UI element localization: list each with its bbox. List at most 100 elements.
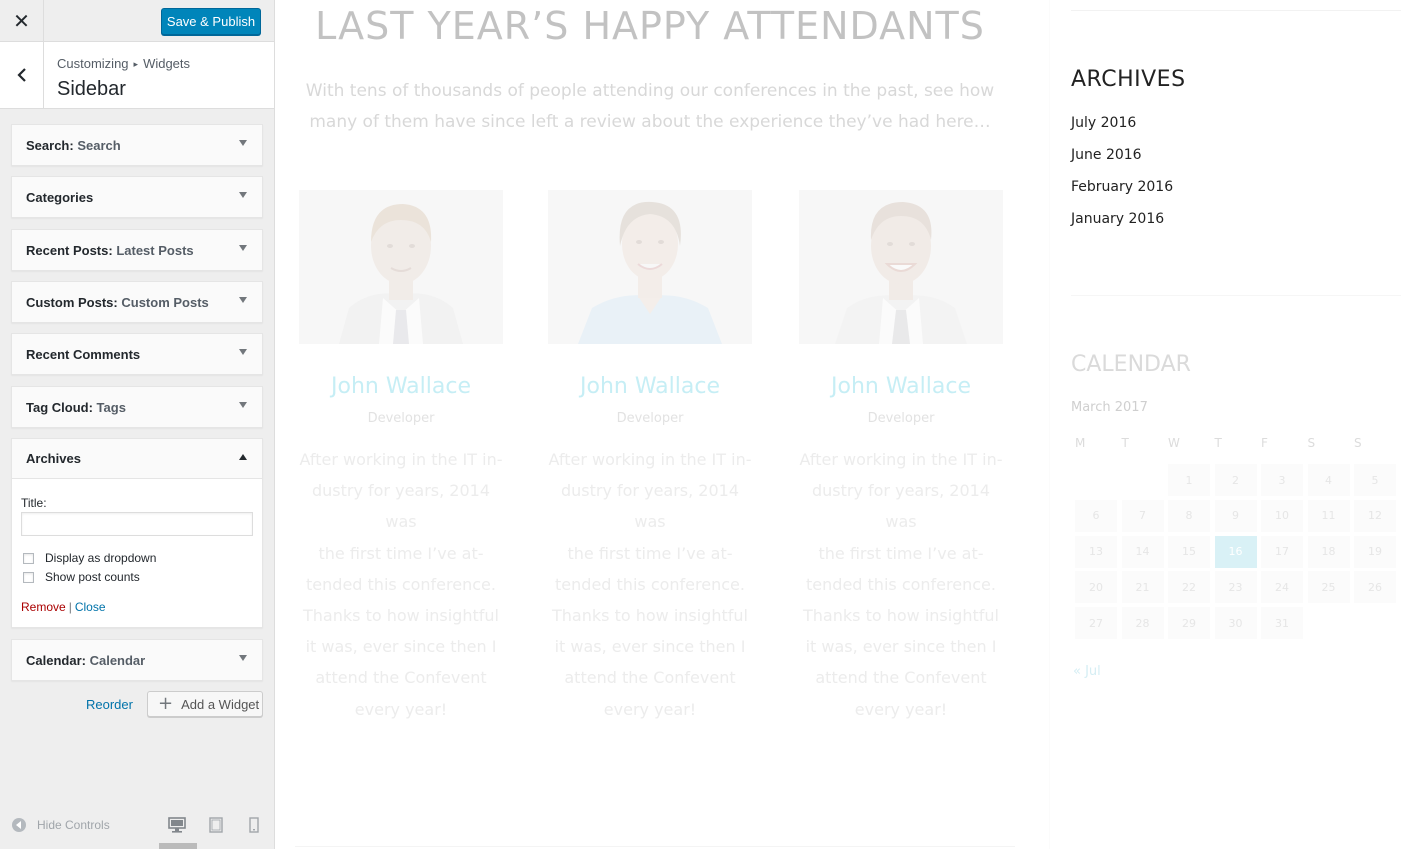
testimonials-intro: With tens of thousands of people attendi… [305,81,995,132]
widget-search[interactable]: Search: Search [11,124,263,166]
widget-archives[interactable]: Archives Title: Display as dropdown Show… [11,438,263,628]
widget-header[interactable]: Recent Posts: Latest Posts [12,230,262,270]
widget-subtitle: Tags [96,399,126,415]
widget-recent-comments[interactable]: Recent Comments [11,333,263,375]
widget-header[interactable]: Categories [12,177,262,217]
title-label: Title: [21,496,47,510]
customizer-header: ✕ Save & Publish [0,0,274,42]
testimonial-role: Developer [367,411,435,426]
show-post-counts-option[interactable]: Show post counts [23,570,140,584]
mobile-preview-icon[interactable] [246,817,264,833]
testimonial-text: After working in the IT in- dustry for y… [548,444,752,725]
archive-link[interactable]: July 2016 [1071,115,1136,131]
calendar-day: 30 [1214,607,1257,640]
hide-controls-button[interactable]: Hide Controls [12,818,110,832]
widget-colon: : [88,399,97,415]
widget-form: Title: Display as dropdown Show post cou… [12,479,262,627]
actions-separator: | [68,600,72,614]
caret-down-icon[interactable] [239,402,247,408]
calendar-weekday: T [1214,436,1222,450]
collapse-icon [12,818,26,832]
testimonial-line: every year! [603,699,697,719]
back-button[interactable] [0,42,44,108]
testimonial-line: After working in the IT in- [799,450,1003,469]
desktop-preview-icon[interactable] [168,817,186,833]
testimonial-line: it was, ever since then I [805,637,997,657]
remove-link[interactable]: Remove [21,600,66,614]
calendar-prev-link[interactable]: « Jul [1073,664,1101,679]
archive-link[interactable]: June 2016 [1071,147,1142,163]
close-customizer-button[interactable]: ✕ [0,0,44,42]
save-publish-button[interactable]: Save & Publish [161,8,261,35]
testimonial-text: After working in the IT in- dustry for y… [799,444,1003,725]
calendar-day: 10 [1261,499,1303,532]
widget-header[interactable]: Search: Search [12,125,262,165]
calendar-day: 7 [1121,499,1164,532]
calendar-day: 17 [1261,535,1303,568]
portrait-icon [548,190,752,344]
widget-recent-posts[interactable]: Recent Posts: Latest Posts [11,229,263,271]
calendar-day: 3 [1261,464,1303,496]
portrait-icon [799,190,1003,344]
calendar-day: 12 [1354,499,1396,532]
caret-down-icon[interactable] [239,140,247,146]
widget-calendar[interactable]: Calendar: Calendar [11,639,263,681]
reorder-link[interactable]: Reorder [86,697,133,712]
calendar-day: 31 [1261,607,1303,640]
calendar-day: 5 [1354,464,1396,496]
caret-up-icon[interactable] [239,454,247,460]
widget-header[interactable]: Recent Comments [12,334,262,374]
archive-link[interactable]: February 2016 [1071,179,1173,195]
calendar-day: 4 [1307,464,1350,496]
show-post-counts-checkbox[interactable] [23,571,34,583]
widget-header[interactable]: Calendar: Calendar [12,640,262,680]
widget-categories[interactable]: Categories [11,176,263,218]
widget-header[interactable]: Tag Cloud: Tags [12,387,262,427]
title-input[interactable] [21,512,253,536]
calendar-weekday: F [1261,436,1268,450]
plus-icon: + [158,693,174,714]
widget-header[interactable]: Custom Posts: Custom Posts [12,282,262,322]
sidebar-divider [1071,295,1401,296]
add-widget-button[interactable]: + Add a Widget [147,691,263,717]
man-smiling-tie-photo [299,190,503,344]
caret-down-icon[interactable] [239,245,247,251]
widget-custom-posts[interactable]: Custom Posts: Custom Posts [11,281,263,323]
tablet-preview-icon[interactable] [208,817,226,833]
calendar-weekday: S [1354,436,1362,450]
testimonial-line: every year! [854,699,948,719]
widget-name: Search [26,137,70,153]
testimonial-line: Thanks to how insightful [552,606,748,626]
calendar-day: 9 [1214,499,1257,532]
testimonial-line: tended this conference. [306,574,496,594]
widget-colon: : [81,652,90,668]
testimonial-line: attend the Confevent [815,668,987,688]
caret-down-icon[interactable] [239,655,247,661]
testimonial-line: it was, ever since then I [305,637,497,657]
testimonial-line: Thanks to how insightful [303,606,499,626]
testimonial-line: the first time I’ve at- [567,543,733,563]
caret-down-icon[interactable] [239,349,247,355]
display-dropdown-checkbox[interactable] [23,552,34,564]
testimonial-line: dustry for years, 2014 was [311,481,491,532]
testimonial-name: John Wallace [580,374,720,399]
display-dropdown-option[interactable]: Display as dropdown [23,551,156,565]
caret-down-icon[interactable] [239,297,247,303]
testimonial-line: tended this conference. [555,574,745,594]
calendar-day: 1 [1168,464,1210,496]
widget-subtitle: Custom Posts [121,294,209,310]
close-link[interactable]: Close [75,600,106,614]
testimonial-line: After working in the IT in- [548,450,752,469]
calendar-day: 29 [1168,607,1210,640]
caret-down-icon[interactable] [239,192,247,198]
calendar-day: 21 [1121,571,1164,604]
widget-header[interactable]: Archives [12,439,262,479]
man-grinning-tie-photo [799,190,1003,344]
close-icon: ✕ [13,9,30,33]
widget-tag-cloud[interactable]: Tag Cloud: Tags [11,386,263,428]
calendar-weekday: S [1307,436,1316,450]
archive-link[interactable]: January 2016 [1071,211,1164,227]
testimonial-line: attend the Confevent [315,668,487,688]
calendar-day: 11 [1307,499,1350,532]
breadcrumb-widgets: Widgets [143,56,191,71]
